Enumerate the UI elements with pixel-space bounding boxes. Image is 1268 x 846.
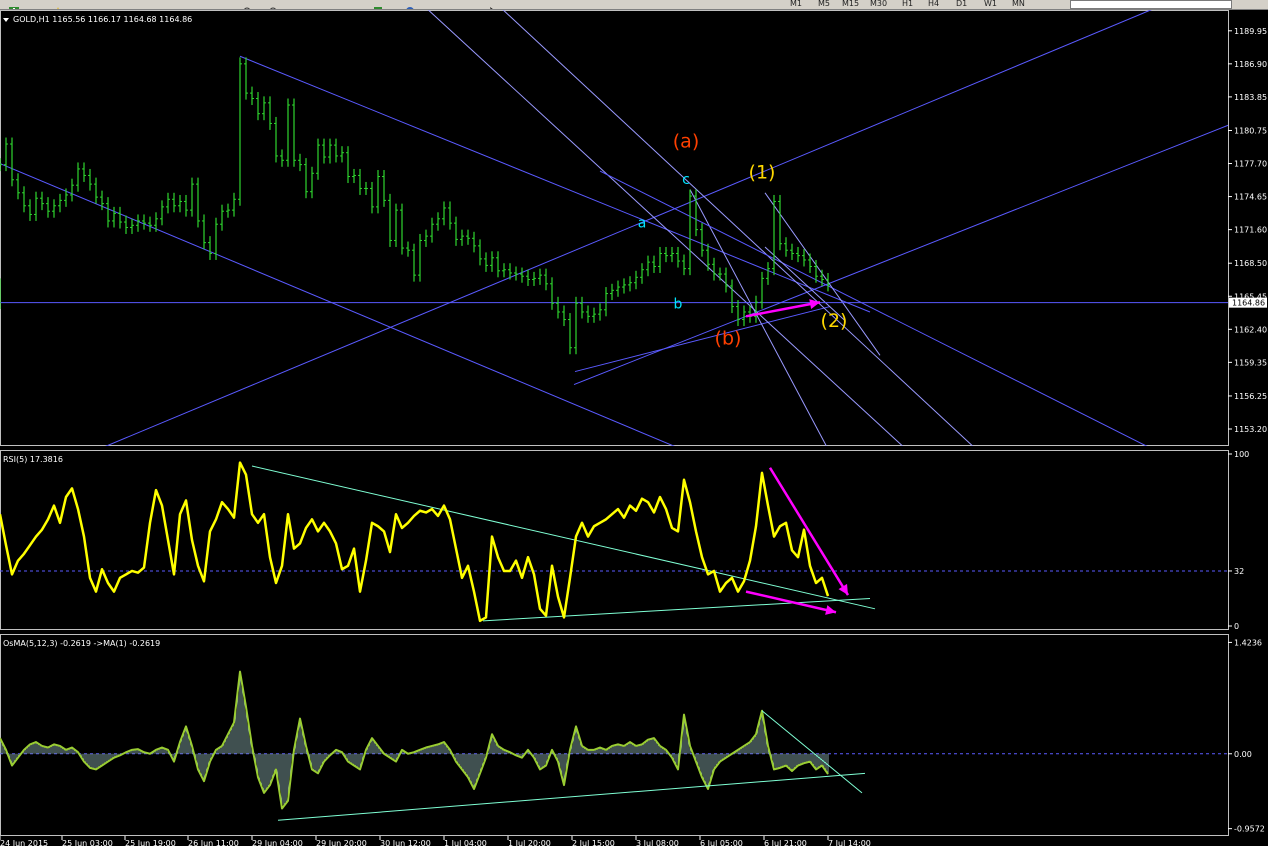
timeframe-d1[interactable]: D1 — [956, 0, 967, 9]
wave-label: (b) — [715, 327, 742, 349]
y-tick-label: 1168.50 — [1234, 259, 1267, 268]
y-tick-label: 1171.60 — [1234, 226, 1267, 235]
y-tick-label: 0.00 — [1234, 750, 1252, 759]
y-tick-label: 1156.25 — [1234, 392, 1267, 401]
current-price-label: 1164.86 — [1232, 299, 1265, 308]
wave-label: b — [674, 297, 683, 313]
rsi-arrow-head — [825, 605, 836, 615]
x-tick-label: 7 Jul 14:00 — [828, 839, 871, 846]
osma-title: OsMA(5,12,3) -0.2619 ->MA(1) -0.2619 — [3, 639, 160, 648]
y-tick-label: 1183.85 — [1234, 93, 1267, 102]
y-tick-label: 32 — [1234, 567, 1244, 576]
toolbar: M1 M5 M15 M30 H1 H4 D1 W1 MN — [0, 0, 1268, 10]
trendline — [689, 189, 827, 446]
wave-label: c — [682, 172, 690, 188]
timeframe-m1[interactable]: M1 — [790, 0, 802, 9]
trendline — [427, 10, 904, 446]
x-tick-label: 29 Jun 20:00 — [316, 839, 367, 846]
panel-frame — [0, 634, 1229, 836]
panel-frame — [0, 450, 1229, 630]
search-input[interactable] — [1070, 0, 1232, 9]
y-tick-label: 1153.20 — [1234, 425, 1267, 434]
collapse-triangle-icon — [3, 18, 9, 22]
indicator-add-icon[interactable] — [372, 0, 384, 9]
timeframe-m30[interactable]: M30 — [870, 0, 887, 9]
y-tick-label: -0.9572 — [1234, 825, 1265, 834]
new-chart-icon[interactable] — [8, 0, 20, 9]
zoom-out-icon[interactable] — [268, 0, 280, 9]
y-tick-label: 1189.95 — [1234, 27, 1267, 36]
x-tick-label: 3 Jul 08:00 — [636, 839, 679, 846]
y-tick-label: 100 — [1234, 450, 1249, 459]
trendline — [502, 10, 974, 446]
y-tick-label: 1162.40 — [1234, 325, 1267, 334]
rsi-arrow — [745, 590, 837, 614]
osma-line — [0, 670, 829, 810]
trendline — [239, 55, 871, 313]
osma-trendline — [277, 772, 866, 821]
wave-label: (1) — [749, 162, 776, 184]
trendline — [0, 163, 675, 446]
cursor-icon[interactable] — [488, 0, 500, 9]
y-tick-label: 1174.65 — [1234, 193, 1267, 202]
x-tick-label: 1 Jul 04:00 — [444, 839, 487, 846]
price-arrow-head — [809, 299, 820, 310]
y-tick-label: 1186.90 — [1234, 60, 1267, 69]
x-tick-label: 29 Jun 04:00 — [252, 839, 303, 846]
wave-label: a — [638, 215, 647, 231]
x-tick-label: 1 Jul 20:00 — [508, 839, 551, 846]
y-tick-label: 1177.70 — [1234, 160, 1267, 169]
timeframe-m5[interactable]: M5 — [818, 0, 830, 9]
timeframe-w1[interactable]: W1 — [984, 0, 997, 9]
y-tick-label: 1159.35 — [1234, 358, 1267, 367]
trendline — [105, 10, 1152, 446]
x-tick-label: 25 Jun 03:00 — [62, 839, 113, 846]
trendline — [599, 170, 1148, 446]
rsi-line — [0, 461, 830, 623]
timeframe-m15[interactable]: M15 — [842, 0, 859, 9]
y-tick-label: 0 — [1234, 622, 1239, 631]
timeframe-mn[interactable]: MN — [1012, 0, 1025, 9]
zoom-in-icon[interactable] — [242, 0, 254, 9]
chart-title: GOLD,H1 1165.56 1166.17 1164.68 1164.86 — [13, 15, 192, 24]
x-tick-label: 26 Jun 11:00 — [188, 839, 239, 846]
rsi-title: RSI(5) 17.3816 — [3, 455, 63, 464]
rsi-arrow — [768, 467, 850, 596]
favorites-icon[interactable] — [52, 0, 64, 9]
trendline — [574, 306, 831, 373]
clock-icon[interactable] — [404, 0, 416, 9]
y-tick-label: 1.4236 — [1234, 638, 1262, 647]
price-arrow — [745, 300, 821, 318]
panel-frame — [0, 10, 1229, 446]
chart-area[interactable]: 1189.95 1186.90 1183.85 1180.75 1177.70 1174.… — [0, 10, 1268, 846]
wave-label: (a) — [673, 130, 699, 152]
y-tick-label: 1180.75 — [1234, 126, 1267, 135]
x-tick-label: 24 Jun 2015 — [0, 839, 48, 846]
wave-label: (2) — [821, 310, 848, 332]
x-tick-label: 6 Jul 21:00 — [764, 839, 807, 846]
timeframe-h4[interactable]: H4 — [928, 0, 939, 9]
x-tick-label: 2 Jul 15:00 — [572, 839, 615, 846]
x-tick-label: 6 Jul 05:00 — [700, 839, 743, 846]
timeframe-h1[interactable]: H1 — [902, 0, 913, 9]
x-tick-label: 25 Jun 19:00 — [125, 839, 176, 846]
x-tick-label: 30 Jun 12:00 — [380, 839, 431, 846]
